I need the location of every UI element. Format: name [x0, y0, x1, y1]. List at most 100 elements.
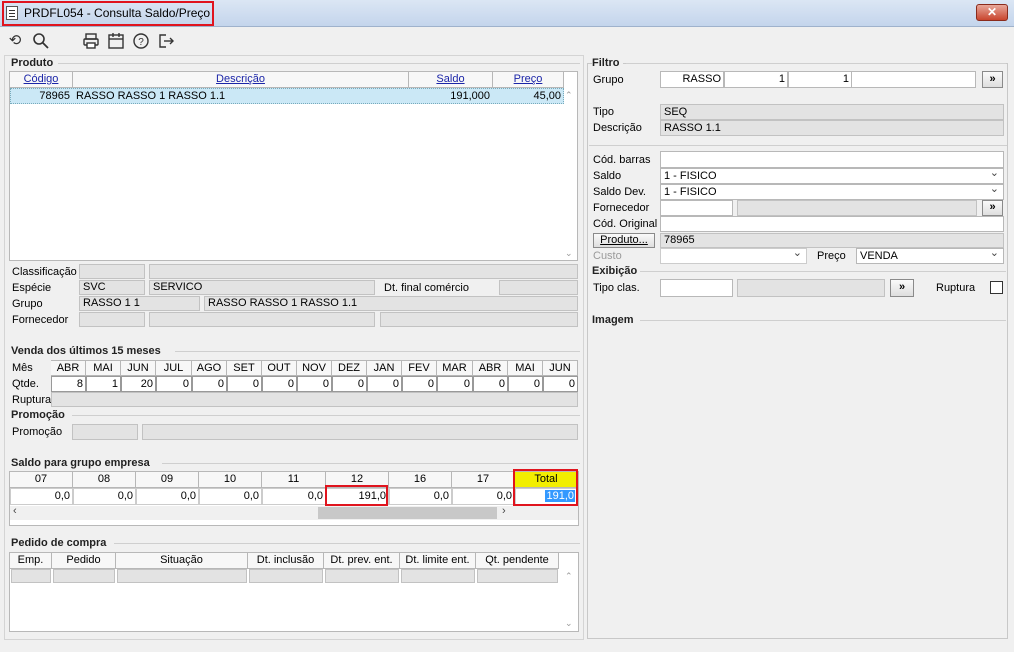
pedido-empty-cell — [249, 569, 323, 583]
filial-header[interactable]: 16 — [389, 472, 452, 488]
pedido-col-header[interactable]: Pedido — [52, 553, 116, 569]
custo-label: Custo — [593, 250, 622, 262]
scroll-up-icon[interactable]: ⌃ — [565, 90, 573, 101]
tipo-label: Tipo — [593, 106, 614, 118]
pedido-col-header[interactable]: Situação — [116, 553, 248, 569]
pedido-col-header[interactable]: Dt. limite ent. — [400, 553, 476, 569]
preco-select[interactable]: VENDA — [856, 246, 1004, 264]
highlight-box — [513, 469, 578, 506]
pedido-col-header[interactable]: Dt. prev. ent. — [324, 553, 400, 569]
scroll-up-icon[interactable]: ⌃ — [565, 571, 573, 582]
filtro-grupo-more-button[interactable]: » — [982, 71, 1003, 88]
saldo-cell[interactable]: 0,0 — [262, 488, 326, 505]
dt-final-value — [499, 280, 578, 295]
grupo-desc: RASSO RASSO 1 RASSO 1.1 — [204, 296, 578, 311]
saldo-cell[interactable]: 0,0 — [389, 488, 452, 505]
saldo-value: 0,0 — [433, 490, 449, 502]
month-header: FEV — [402, 360, 437, 376]
filial-header[interactable]: 10 — [199, 472, 262, 488]
pedido-col-header[interactable]: Emp. — [10, 553, 52, 569]
fornecedor-more-button[interactable]: » — [982, 200, 1003, 216]
divider — [162, 463, 580, 464]
refresh-icon[interactable]: ⟲ — [6, 32, 24, 50]
close-button[interactable]: ✕ — [976, 4, 1008, 21]
col-saldo[interactable]: Saldo — [409, 72, 493, 88]
filtro-grupo-input-2[interactable]: 1 — [724, 71, 788, 88]
saldo-value: 0,0 — [496, 490, 512, 502]
divider — [72, 415, 580, 416]
pedido-empty-cell — [117, 569, 247, 583]
filial-header[interactable]: 08 — [73, 472, 136, 488]
filial-header[interactable]: 09 — [136, 472, 199, 488]
help-icon[interactable]: ? — [132, 32, 150, 50]
divider — [626, 63, 1006, 64]
search-icon[interactable] — [32, 32, 50, 50]
produto-button[interactable]: Produto... — [593, 233, 655, 248]
ruptura-checkbox[interactable] — [990, 281, 1003, 294]
saldo-select[interactable]: 1 - FISICO — [660, 166, 1004, 184]
saldo-dev-label: Saldo Dev. — [593, 186, 646, 198]
saldo-cell[interactable]: 0,0 — [199, 488, 262, 505]
filtro-grupo-desc — [852, 71, 976, 88]
saldo-cell[interactable]: 0,0 — [73, 488, 136, 505]
row-preco: 45,00 — [533, 90, 561, 102]
promocao-code — [72, 424, 138, 440]
qty-cell: 1 — [86, 376, 121, 392]
tipo-clas-more-button[interactable]: » — [890, 279, 914, 297]
col-preco[interactable]: Preço — [493, 72, 564, 88]
pedido-title: Pedido de compra — [11, 537, 110, 549]
especie-desc: SERVICO — [149, 280, 375, 295]
saldo-cell[interactable]: 0,0 — [452, 488, 515, 505]
pedido-col-header[interactable]: Qt. pendente — [476, 553, 559, 569]
saldo-cell[interactable]: 0,0 — [136, 488, 199, 505]
month-header: JUL — [156, 360, 192, 376]
descricao-value: RASSO 1.1 — [660, 120, 1004, 136]
filtro-grupo-input-3[interactable]: 1 — [788, 71, 852, 88]
classificacao-label: Classificação — [12, 266, 77, 278]
scroll-down-icon[interactable]: ⌄ — [565, 618, 573, 629]
print-icon[interactable] — [82, 32, 100, 50]
scroll-left-icon[interactable]: ‹ — [13, 505, 17, 517]
month-header: OUT — [262, 360, 297, 376]
filial-header[interactable]: 11 — [262, 472, 326, 488]
qty-cell: 0 — [262, 376, 297, 392]
saldo-cell[interactable]: 0,0 — [10, 488, 73, 505]
qty-cell: 0 — [227, 376, 262, 392]
filial-header[interactable]: 17 — [452, 472, 515, 488]
scroll-right-icon[interactable]: › — [502, 505, 506, 517]
cod-barras-input[interactable] — [660, 151, 1004, 168]
qty-cell: 20 — [121, 376, 156, 392]
qtde-label: Qtde. — [12, 378, 39, 390]
exit-icon[interactable] — [157, 32, 175, 50]
month-header: MAI — [508, 360, 543, 376]
calendar-icon[interactable] — [107, 32, 125, 50]
pedido-empty-cell — [53, 569, 115, 583]
scroll-down-icon[interactable]: ⌄ — [565, 248, 573, 259]
tipo-clas-input[interactable] — [660, 279, 733, 297]
month-header: NOV — [297, 360, 332, 376]
saldo-value: 0,0 — [54, 490, 70, 502]
saldo-value: 0,0 — [117, 490, 133, 502]
qty-cell: 0 — [543, 376, 578, 392]
highlight-box — [325, 485, 388, 506]
saldo-label: Saldo — [593, 170, 622, 182]
vendas-title: Venda dos últimos 15 meses — [11, 345, 164, 357]
col-codigo[interactable]: Código — [10, 72, 73, 88]
filial-header[interactable]: 07 — [10, 472, 73, 488]
pedido-col-header[interactable]: Dt. inclusão — [248, 553, 324, 569]
grupo-label: Grupo — [12, 298, 43, 310]
cod-original-label: Cód. Original — [593, 218, 658, 230]
col-descricao[interactable]: Descrição — [73, 72, 409, 88]
scrollbar-thumb[interactable] — [318, 507, 497, 519]
saldo-dev-select[interactable]: 1 - FISICO — [660, 182, 1004, 200]
saldo-grupo-title: Saldo para grupo empresa — [11, 457, 153, 469]
fornecedor-code-input[interactable] — [660, 200, 733, 216]
month-header: SET — [227, 360, 262, 376]
cod-original-input[interactable] — [660, 216, 1004, 232]
divider — [589, 145, 1007, 146]
qty-cell: 0 — [508, 376, 543, 392]
pedido-empty-cell — [11, 569, 51, 583]
custo-select[interactable] — [660, 246, 807, 264]
filtro-grupo-input-1[interactable]: RASSO — [660, 71, 724, 88]
filtro-title: Filtro — [592, 57, 623, 69]
